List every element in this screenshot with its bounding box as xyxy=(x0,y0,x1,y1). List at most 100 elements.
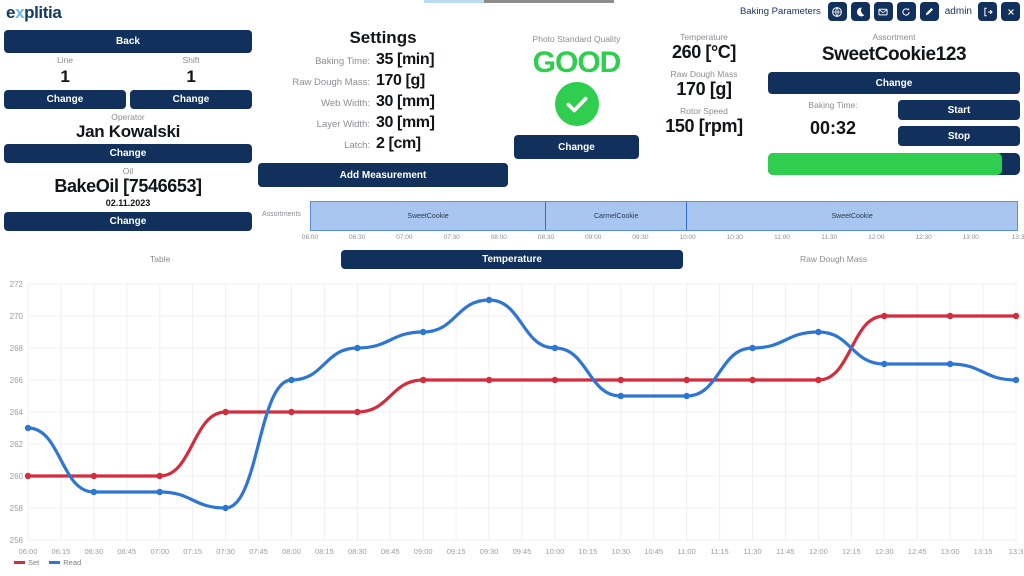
operator-caption: Operator xyxy=(111,112,145,122)
timeline-segment[interactable]: CarmelCookie xyxy=(546,202,688,230)
x-axis-tick-label: 07:30 xyxy=(216,547,235,556)
x-axis-tick-label: 11:00 xyxy=(678,547,696,556)
setting-value: 30 [mm] xyxy=(376,93,435,110)
x-axis-tick-label: 08:30 xyxy=(348,547,367,556)
top-scrollbar-thumb[interactable] xyxy=(424,0,484,3)
line-shift-values: 1 1 xyxy=(4,67,252,87)
change-operator-button[interactable]: Change xyxy=(4,144,252,163)
chart-point-set xyxy=(881,312,888,320)
shift-caption: Shift xyxy=(182,55,200,65)
check-circle xyxy=(554,82,599,126)
x-axis-tick-label: 10:15 xyxy=(578,547,597,556)
y-axis-tick-label: 258 xyxy=(10,504,24,513)
stop-button[interactable]: Stop xyxy=(898,126,1020,146)
timeline-tick: 11:30 xyxy=(821,234,838,241)
timeline-tick: 10:00 xyxy=(679,234,696,241)
chart-point-read xyxy=(881,360,888,368)
tab-temperature[interactable]: Temperature xyxy=(341,250,683,269)
baking-time-value: 00:32 xyxy=(809,118,857,138)
timeline-tick: 12:00 xyxy=(868,234,885,241)
x-axis-tick-label: 10:30 xyxy=(611,547,630,556)
measure-caption: Rotor Speed xyxy=(680,106,728,116)
x-axis-tick-label: 09:45 xyxy=(513,547,532,556)
start-stop-buttons: Start Stop xyxy=(898,100,1020,146)
chart-point-set xyxy=(617,376,624,384)
chart-point-read xyxy=(617,392,624,400)
back-button[interactable]: Back xyxy=(4,30,252,53)
close-icon[interactable] xyxy=(1001,2,1020,21)
setting-value: 2 [cm] xyxy=(376,135,421,152)
tab-raw-dough-mass[interactable]: Raw Dough Mass xyxy=(800,254,867,264)
setting-value: 35 [min] xyxy=(376,51,435,68)
timeline-tick: 13:3 xyxy=(1011,234,1024,241)
chart-point-set xyxy=(1012,312,1020,320)
tab-table[interactable]: Table xyxy=(150,254,170,264)
mail-icon[interactable] xyxy=(873,2,893,21)
x-axis-tick-label: 11:30 xyxy=(743,547,761,556)
chart-point-read xyxy=(749,344,756,352)
x-axis-tick-label: 10:00 xyxy=(546,547,565,556)
settings-rows: Baking Time: 35 [min] Raw Dough Mass: 170 [… xyxy=(258,51,508,153)
page-title: Baking Parameters xyxy=(739,6,821,17)
chart-point-set xyxy=(24,472,32,480)
chart-point-set xyxy=(156,472,163,480)
timeline-segment[interactable]: SweetCookie xyxy=(687,202,1017,230)
timeline-tick: 08:00 xyxy=(490,234,507,241)
logout-icon[interactable] xyxy=(978,2,997,21)
x-axis-tick-label: 08:00 xyxy=(282,547,301,556)
x-axis-tick-label: 07:00 xyxy=(150,547,169,556)
timeline-tick: 11:00 xyxy=(774,234,790,241)
setting-row: Web Width: 30 [mm] xyxy=(258,93,508,111)
refresh-icon[interactable] xyxy=(896,2,916,21)
timeline-tick: 10:30 xyxy=(726,234,743,241)
chart-point-read xyxy=(222,504,229,512)
setting-row: Latch: 2 [cm] xyxy=(258,135,508,153)
x-axis-tick-label: 13:00 xyxy=(941,547,960,556)
legend-item[interactable]: Read xyxy=(49,558,81,567)
measure-caption: Raw Dough Mass xyxy=(670,69,738,79)
chart-point-set xyxy=(288,408,295,416)
legend-item[interactable]: Set xyxy=(14,558,39,567)
measure-value: 170 [g] xyxy=(676,79,732,99)
legend-swatch xyxy=(49,561,61,564)
add-measurement-button[interactable]: Add Measurement xyxy=(258,163,508,187)
chart-point-read xyxy=(420,328,427,336)
photo-quality-panel: Photo Standard Quality GOOD Change xyxy=(514,34,639,159)
chart-point-read xyxy=(946,360,954,368)
chart-point-read xyxy=(683,392,690,400)
x-axis-tick-label: 07:45 xyxy=(249,547,268,556)
timeline-track[interactable]: SweetCookie CarmelCookie SweetCookie xyxy=(310,201,1018,231)
change-assortment-button[interactable]: Change xyxy=(768,72,1020,94)
x-axis-tick-label: 13:15 xyxy=(974,547,993,556)
setting-row: Raw Dough Mass: 170 [g] xyxy=(258,72,508,90)
line-shift-buttons: Change Change xyxy=(4,90,252,109)
baking-progress-bar xyxy=(768,153,1020,175)
chart-point-read xyxy=(156,488,163,496)
setting-row: Layer Width: 30 [mm] xyxy=(258,114,508,132)
moon-icon[interactable] xyxy=(850,2,870,21)
logo-part-2: plitia xyxy=(24,3,62,22)
start-button[interactable]: Start xyxy=(898,100,1020,120)
top-scrollbar[interactable] xyxy=(424,0,614,3)
legend-label: Set xyxy=(28,558,40,567)
pencil-icon[interactable] xyxy=(919,2,939,21)
change-shift-button[interactable]: Change xyxy=(130,90,252,109)
setting-row: Baking Time: 35 [min] xyxy=(258,51,508,69)
change-photo-quality-button[interactable]: Change xyxy=(514,135,639,159)
measurements-panel: Temperature 260 [°C] Raw Dough Mass 170 [g]… xyxy=(645,32,763,137)
shift-value: 1 xyxy=(186,67,196,86)
y-axis-tick-label: 262 xyxy=(10,440,24,449)
timeline-tick: 08:30 xyxy=(537,234,555,241)
timeline-tick: 13:00 xyxy=(962,234,979,241)
chart-point-set xyxy=(222,408,229,416)
username-label: admin xyxy=(944,6,972,17)
chart-point-set xyxy=(749,376,756,384)
change-line-button[interactable]: Change xyxy=(4,90,126,109)
globe-icon[interactable] xyxy=(827,2,847,21)
timeline-segment[interactable]: SweetCookie xyxy=(311,202,547,230)
y-axis-tick-label: 266 xyxy=(10,376,24,385)
chart-point-set xyxy=(946,312,954,320)
chart-tabs: Table Temperature Raw Dough Mass xyxy=(0,250,1024,270)
check-icon xyxy=(565,96,588,113)
x-axis-tick-label: 09:15 xyxy=(447,547,466,556)
